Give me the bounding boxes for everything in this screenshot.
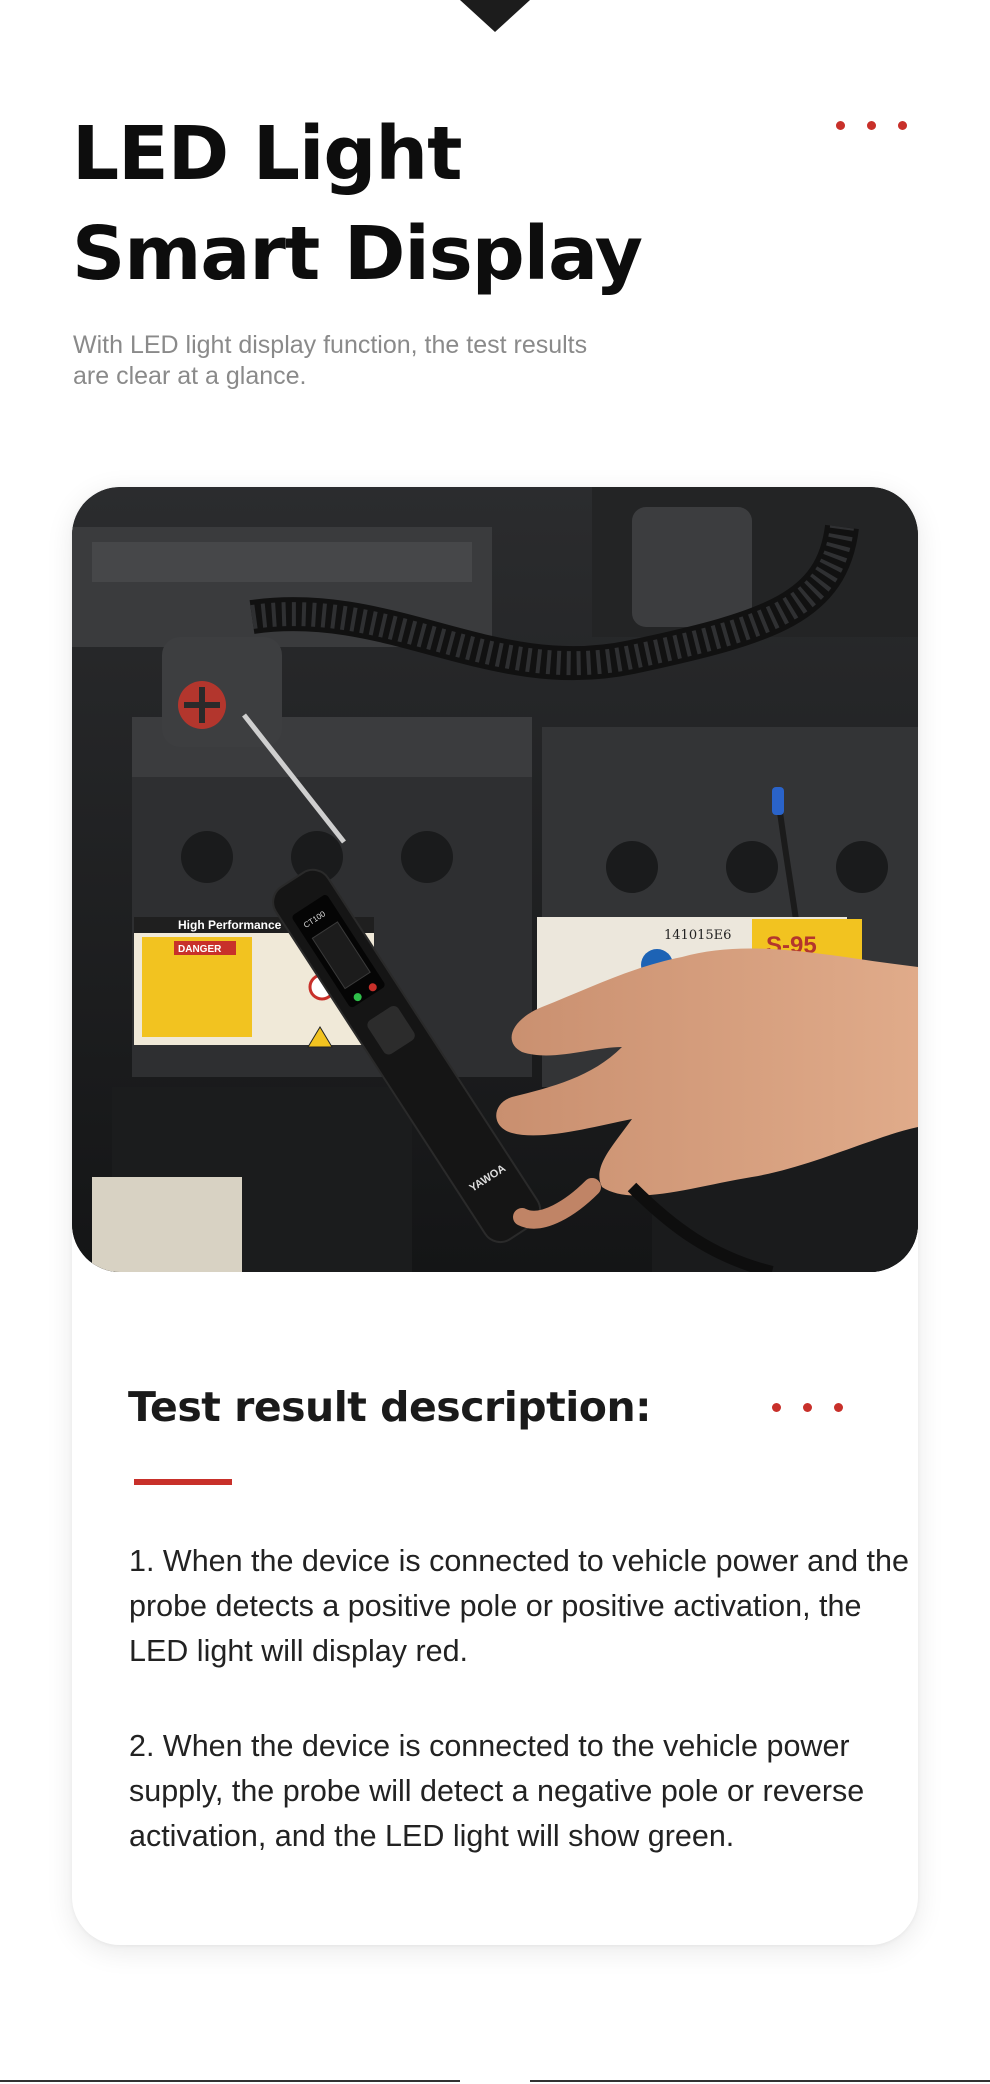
- hero-subtitle: With LED light display function, the tes…: [73, 330, 633, 392]
- description-item-1: 1. When the device is connected to vehic…: [129, 1544, 909, 1668]
- bottom-divider-left: [0, 2080, 460, 2082]
- battery-code-text: 141015E6: [664, 928, 731, 943]
- dots-decoration: [772, 1403, 843, 1412]
- danger-label-text: DANGER: [178, 944, 222, 955]
- title-underline: [134, 1479, 232, 1485]
- hero-title-line2: Smart Display: [72, 211, 643, 297]
- bottom-divider-right: [530, 2080, 990, 2082]
- dot: [834, 1403, 843, 1412]
- product-photo: High Performance DANGER 141015E6 S-95 CT…: [72, 487, 918, 1272]
- hero-subtitle-line1: With LED light display function, the tes…: [73, 331, 588, 359]
- dots-decoration: [836, 121, 907, 130]
- dot: [803, 1403, 812, 1412]
- dot: [867, 121, 876, 130]
- top-notch-decoration: [460, 0, 530, 32]
- description-item-2: 2. When the device is connected to the v…: [129, 1729, 865, 1853]
- hero-subtitle-line2: are clear at a glance.: [73, 362, 307, 390]
- dot: [772, 1403, 781, 1412]
- dot: [836, 121, 845, 130]
- info-card: High Performance DANGER 141015E6 S-95 CT…: [72, 487, 918, 1945]
- dot: [898, 121, 907, 130]
- hero-title-line1: LED Light: [72, 111, 462, 197]
- hero-title: LED Light Smart Display: [72, 104, 643, 304]
- battery-label-text: High Performance: [178, 918, 282, 932]
- description-title: Test result description:: [128, 1383, 652, 1431]
